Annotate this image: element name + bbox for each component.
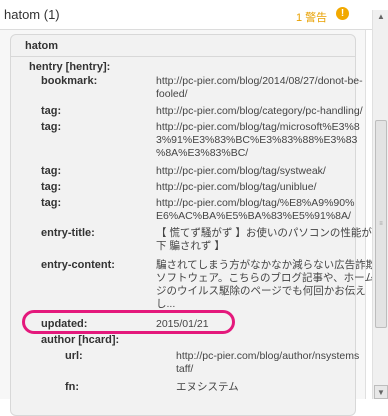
row-value-tag: http://pc-pier.com/blog/tag/%E8%A9%90% E6… bbox=[156, 197, 355, 222]
row-key-tag: tag: bbox=[41, 181, 62, 193]
grip-icon: ≡ bbox=[379, 221, 383, 227]
highlight-annotation bbox=[22, 310, 235, 334]
row-key-entry-title: entry-title: bbox=[41, 227, 95, 239]
row-key-bookmark: bookmark: bbox=[41, 75, 98, 87]
hatom-header: hatom bbox=[11, 35, 355, 57]
warning-count: 1 警告 bbox=[296, 12, 328, 24]
row-value-tag: http://pc-pier.com/blog/tag/systweak/ bbox=[156, 165, 326, 177]
scroll-thumb[interactable]: ≡ bbox=[375, 120, 387, 328]
section-title: hatom (1) bbox=[4, 7, 60, 22]
author-value-url: http://pc-pier.com/blog/author/nsystems t… bbox=[176, 350, 360, 375]
row-value-bookmark: http://pc-pier.com/blog/2014/08/27/donot… bbox=[156, 75, 363, 100]
scroll-up-arrow-icon[interactable]: ▲ bbox=[374, 10, 388, 24]
row-value-tag: http://pc-pier.com/blog/tag/uniblue/ bbox=[156, 181, 317, 193]
hentry-label: hentry [hentry]: bbox=[29, 61, 111, 73]
row-value-entry-content: 騙されてしまう方がなかなか減らない広告詐欺 ソフトウェア。こちらのブログ記事や、ホ… bbox=[156, 259, 388, 310]
section-header[interactable]: hatom (1) 1 警告 ! bbox=[0, 0, 372, 30]
row-key-tag: tag: bbox=[41, 105, 62, 117]
row-key-entry-content: entry-content: bbox=[41, 259, 115, 271]
details-panel: hatom hentry [hentry]: bookmark: http://… bbox=[0, 30, 388, 416]
scroll-down-arrow-icon[interactable]: ▼ bbox=[374, 385, 388, 399]
row-value-tag: http://pc-pier.com/blog/category/pc-hand… bbox=[156, 105, 363, 117]
row-key-tag: tag: bbox=[41, 121, 62, 133]
hatom-card: hatom hentry [hentry]: bookmark: http://… bbox=[10, 34, 388, 416]
warning-icon: ! bbox=[336, 7, 349, 20]
row-key-tag: tag: bbox=[41, 197, 62, 209]
author-key-fn: fn: bbox=[65, 381, 80, 393]
hatom-title: hatom bbox=[25, 40, 58, 52]
author-value-fn: エヌシステム bbox=[176, 381, 239, 393]
row-value-tag: http://pc-pier.com/blog/tag/microsoft%E3… bbox=[156, 121, 360, 159]
vertical-scrollbar[interactable]: ▲ ≡ ▼ bbox=[372, 10, 388, 399]
author-key-url: url: bbox=[65, 350, 83, 362]
row-key-author: author [hcard]: bbox=[41, 334, 120, 346]
row-key-tag: tag: bbox=[41, 165, 62, 177]
row-value-entry-title: 【 慌てず騒がず 】お使いのパソコンの性能が低下 騙されず 】 bbox=[156, 227, 383, 252]
